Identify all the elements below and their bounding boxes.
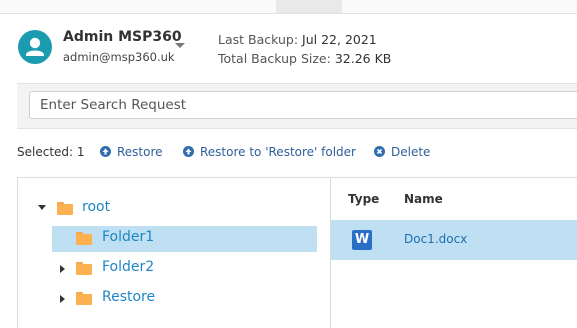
tab-active-partial[interactable] [276, 0, 342, 13]
file-name[interactable]: Doc1.docx [404, 232, 467, 246]
last-backup-label: Last Backup: [218, 32, 299, 47]
last-backup-info: Last Backup: Jul 22, 2021 [218, 32, 377, 47]
tab-middle-partial[interactable] [178, 0, 206, 13]
avatar[interactable] [18, 30, 52, 64]
tree-item-label: root [82, 199, 111, 215]
tree-item-label: Folder2 [102, 259, 155, 275]
word-document-icon: W [352, 230, 372, 250]
search-input[interactable] [29, 91, 577, 119]
caret-right-icon[interactable] [60, 295, 65, 303]
tree-item-folder2[interactable]: Folder2 [18, 256, 318, 282]
delete-button[interactable]: Delete [374, 145, 430, 159]
file-list: Type Name W Doc1.docx [330, 177, 577, 328]
restore-to-folder-label: Restore to 'Restore' folder [200, 145, 356, 159]
tree-item-label: Restore [102, 289, 156, 305]
top-tab-bar [0, 0, 577, 14]
delete-label: Delete [391, 145, 431, 159]
tree-item-folder1[interactable]: Folder1 [52, 226, 317, 252]
tree-item-label: Folder1 [102, 229, 155, 245]
restore-to-folder-button[interactable]: Restore to 'Restore' folder [183, 145, 356, 159]
total-size-value: 32.26 KB [334, 51, 392, 66]
restore-button[interactable]: Restore [100, 145, 163, 159]
arrow-up-circle-icon [183, 146, 194, 157]
folder-icon [76, 292, 92, 305]
folder-tree: root Folder1 Folder2 Restore [17, 177, 331, 328]
chevron-down-icon[interactable] [175, 43, 185, 48]
user-email: admin@msp360.uk [63, 50, 175, 64]
restore-label: Restore [117, 145, 163, 159]
tab-left-partial[interactable] [0, 0, 40, 13]
selected-count-value: 1 [76, 145, 85, 159]
close-circle-icon [374, 146, 385, 157]
user-icon [26, 37, 44, 56]
caret-down-icon[interactable] [38, 205, 46, 210]
folder-icon [57, 202, 73, 215]
tree-item-restore[interactable]: Restore [18, 286, 318, 312]
arrow-up-circle-icon [100, 146, 111, 157]
tree-item-root[interactable]: root [18, 196, 318, 222]
search-bar [17, 83, 577, 129]
column-header-type[interactable]: Type [348, 192, 379, 206]
caret-right-icon[interactable] [60, 265, 65, 273]
selected-label: Selected: [17, 145, 74, 159]
table-row[interactable]: W Doc1.docx [331, 220, 577, 260]
total-size-label: Total Backup Size: [218, 51, 331, 66]
total-backup-size-info: Total Backup Size: 32.26 KB [218, 51, 391, 66]
selected-count: Selected: 1 [17, 145, 85, 159]
last-backup-value: Jul 22, 2021 [302, 32, 377, 47]
column-header-name[interactable]: Name [404, 192, 443, 206]
folder-icon [76, 262, 92, 275]
folder-icon [76, 232, 92, 245]
user-name[interactable]: Admin MSP360 [63, 29, 182, 45]
